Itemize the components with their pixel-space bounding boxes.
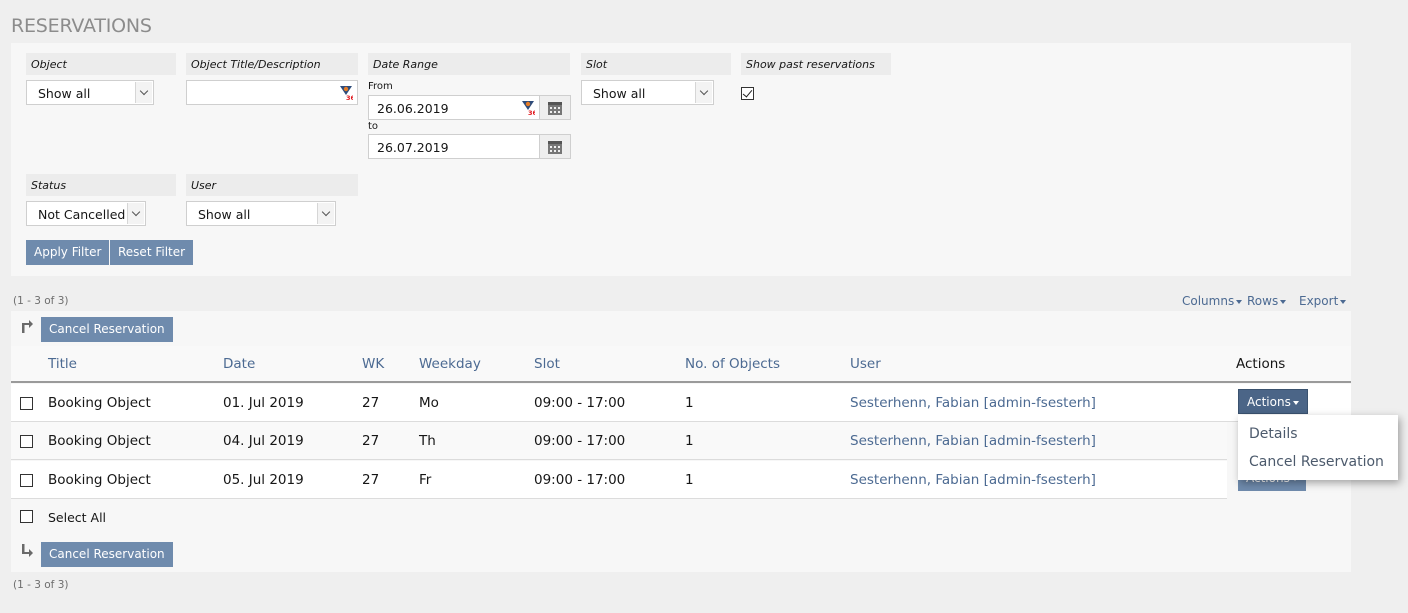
menu-item-details[interactable]: Details xyxy=(1249,426,1298,442)
slot-filter-label: Slot xyxy=(581,53,731,75)
date-from-value: 26.06.2019 xyxy=(377,101,449,116)
caret-down-icon xyxy=(1280,299,1287,304)
table-row: Booking Object 01. Jul 2019 27 Mo 09:00 … xyxy=(11,384,1351,422)
table-row: Booking Object 04. Jul 2019 27 Th 09:00 … xyxy=(11,422,1227,460)
title-description-label: Object Title/Description xyxy=(186,53,358,75)
rows-label: Rows xyxy=(1247,294,1279,308)
row-checkbox[interactable] xyxy=(20,435,33,448)
cell-wk: 27 xyxy=(362,472,380,488)
columns-menu[interactable]: Columns xyxy=(1182,294,1243,308)
calendar-icon xyxy=(548,102,562,115)
object-select[interactable]: Show all xyxy=(26,80,154,105)
user-select[interactable]: Show all xyxy=(186,201,336,226)
object-filter-label: Object xyxy=(26,53,176,75)
export-label: Export xyxy=(1299,294,1339,308)
cell-date: 01. Jul 2019 xyxy=(223,395,304,411)
select-all-checkbox[interactable] xyxy=(20,510,33,523)
slot-select[interactable]: Show all xyxy=(581,80,714,105)
cell-user-link[interactable]: Sesterhenn, Fabian [admin-fsesterh] xyxy=(850,472,1096,488)
status-select[interactable]: Not Cancelled xyxy=(26,201,146,226)
svg-text:36: 36 xyxy=(346,94,353,101)
cell-objects: 1 xyxy=(685,433,694,449)
table-header: Title Date WK Weekday Slot No. of Object… xyxy=(11,346,1351,383)
calendar-icon xyxy=(548,141,562,154)
svg-text:36: 36 xyxy=(528,109,535,116)
column-header-date[interactable]: Date xyxy=(223,356,255,372)
object-select-value: Show all xyxy=(38,86,91,101)
status-filter-label: Status xyxy=(26,174,176,196)
to-label: to xyxy=(368,121,379,132)
slot-select-value: Show all xyxy=(593,86,646,101)
caret-down-icon xyxy=(1236,299,1243,304)
from-label: From xyxy=(368,81,393,92)
caret-down-icon xyxy=(1340,299,1347,304)
columns-label: Columns xyxy=(1182,294,1235,308)
row-checkbox[interactable] xyxy=(20,474,33,487)
row-actions-button[interactable]: Actions xyxy=(1238,389,1308,414)
status-select-value: Not Cancelled xyxy=(38,207,126,222)
bulk-cancel-reservation-bottom[interactable]: Cancel Reservation xyxy=(41,542,173,567)
reset-filter-button[interactable]: Reset Filter xyxy=(110,240,194,265)
date-to-calendar-button[interactable] xyxy=(540,134,571,159)
show-past-label: Show past reservations xyxy=(741,53,891,75)
cell-slot: 09:00 - 17:00 xyxy=(534,472,626,488)
date-to-input[interactable]: 26.07.2019 xyxy=(368,134,540,159)
rows-menu[interactable]: Rows xyxy=(1247,294,1287,308)
cell-slot: 09:00 - 17:00 xyxy=(534,433,626,449)
arrow-turn-down-right-icon xyxy=(22,544,33,557)
chevron-down-icon xyxy=(127,203,144,224)
cell-title: Booking Object xyxy=(48,395,151,411)
date-from-input[interactable]: 26.06.2019 36 xyxy=(368,95,540,120)
cell-slot: 09:00 - 17:00 xyxy=(534,395,626,411)
cell-date: 04. Jul 2019 xyxy=(223,433,304,449)
cell-title: Booking Object xyxy=(48,472,151,488)
column-header-slot[interactable]: Slot xyxy=(534,356,560,372)
filter-panel: Object Show all Object Title/Description… xyxy=(11,43,1351,276)
cell-weekday: Mo xyxy=(419,395,439,411)
result-count-top: (1 - 3 of 3) xyxy=(13,295,69,307)
autocomplete-badge-icon: 36 xyxy=(522,101,535,116)
column-header-user[interactable]: User xyxy=(850,356,881,372)
date-range-label: Date Range xyxy=(368,53,570,75)
chevron-down-icon xyxy=(695,82,712,103)
show-past-checkbox[interactable] xyxy=(741,87,754,100)
reservations-table: Cancel Reservation Title Date WK Weekday… xyxy=(11,311,1351,572)
cell-weekday: Th xyxy=(419,433,436,449)
cell-wk: 27 xyxy=(362,433,380,449)
cell-user-link[interactable]: Sesterhenn, Fabian [admin-fsesterh] xyxy=(850,433,1096,449)
export-menu[interactable]: Export xyxy=(1299,294,1347,308)
cell-date: 05. Jul 2019 xyxy=(223,472,304,488)
bulk-cancel-reservation-top[interactable]: Cancel Reservation xyxy=(41,317,173,342)
cell-wk: 27 xyxy=(362,395,380,411)
menu-item-cancel-reservation[interactable]: Cancel Reservation xyxy=(1249,454,1384,470)
page-title: RESERVATIONS xyxy=(11,15,152,37)
arrow-turn-right-icon xyxy=(22,320,33,333)
column-header-actions: Actions xyxy=(1236,356,1286,372)
column-header-wk[interactable]: WK xyxy=(362,356,384,372)
actions-dropdown-menu: Details Cancel Reservation xyxy=(1238,415,1398,480)
select-all-label: Select All xyxy=(48,510,107,525)
result-count-bottom: (1 - 3 of 3) xyxy=(13,579,69,591)
date-to-value: 26.07.2019 xyxy=(377,140,449,155)
cell-title: Booking Object xyxy=(48,433,151,449)
cell-objects: 1 xyxy=(685,472,694,488)
autocomplete-badge-icon: 36 xyxy=(340,86,353,101)
chevron-down-icon xyxy=(135,82,152,103)
user-select-value: Show all xyxy=(198,207,251,222)
chevron-down-icon xyxy=(317,203,334,224)
row-checkbox[interactable] xyxy=(20,397,33,410)
column-header-objects[interactable]: No. of Objects xyxy=(685,356,780,372)
user-filter-label: User xyxy=(186,174,358,196)
row-actions-label: Actions xyxy=(1247,395,1291,409)
date-from-calendar-button[interactable] xyxy=(540,95,571,120)
column-header-weekday[interactable]: Weekday xyxy=(419,356,481,372)
cell-user-link[interactable]: Sesterhenn, Fabian [admin-fsesterh] xyxy=(850,395,1096,411)
cell-weekday: Fr xyxy=(419,472,432,488)
caret-down-icon xyxy=(1292,400,1299,405)
cell-objects: 1 xyxy=(685,395,694,411)
title-description-input[interactable]: 36 xyxy=(186,80,358,105)
table-row: Booking Object 05. Jul 2019 27 Fr 09:00 … xyxy=(11,461,1227,499)
column-header-title[interactable]: Title xyxy=(48,356,77,372)
apply-filter-button[interactable]: Apply Filter xyxy=(26,240,110,265)
